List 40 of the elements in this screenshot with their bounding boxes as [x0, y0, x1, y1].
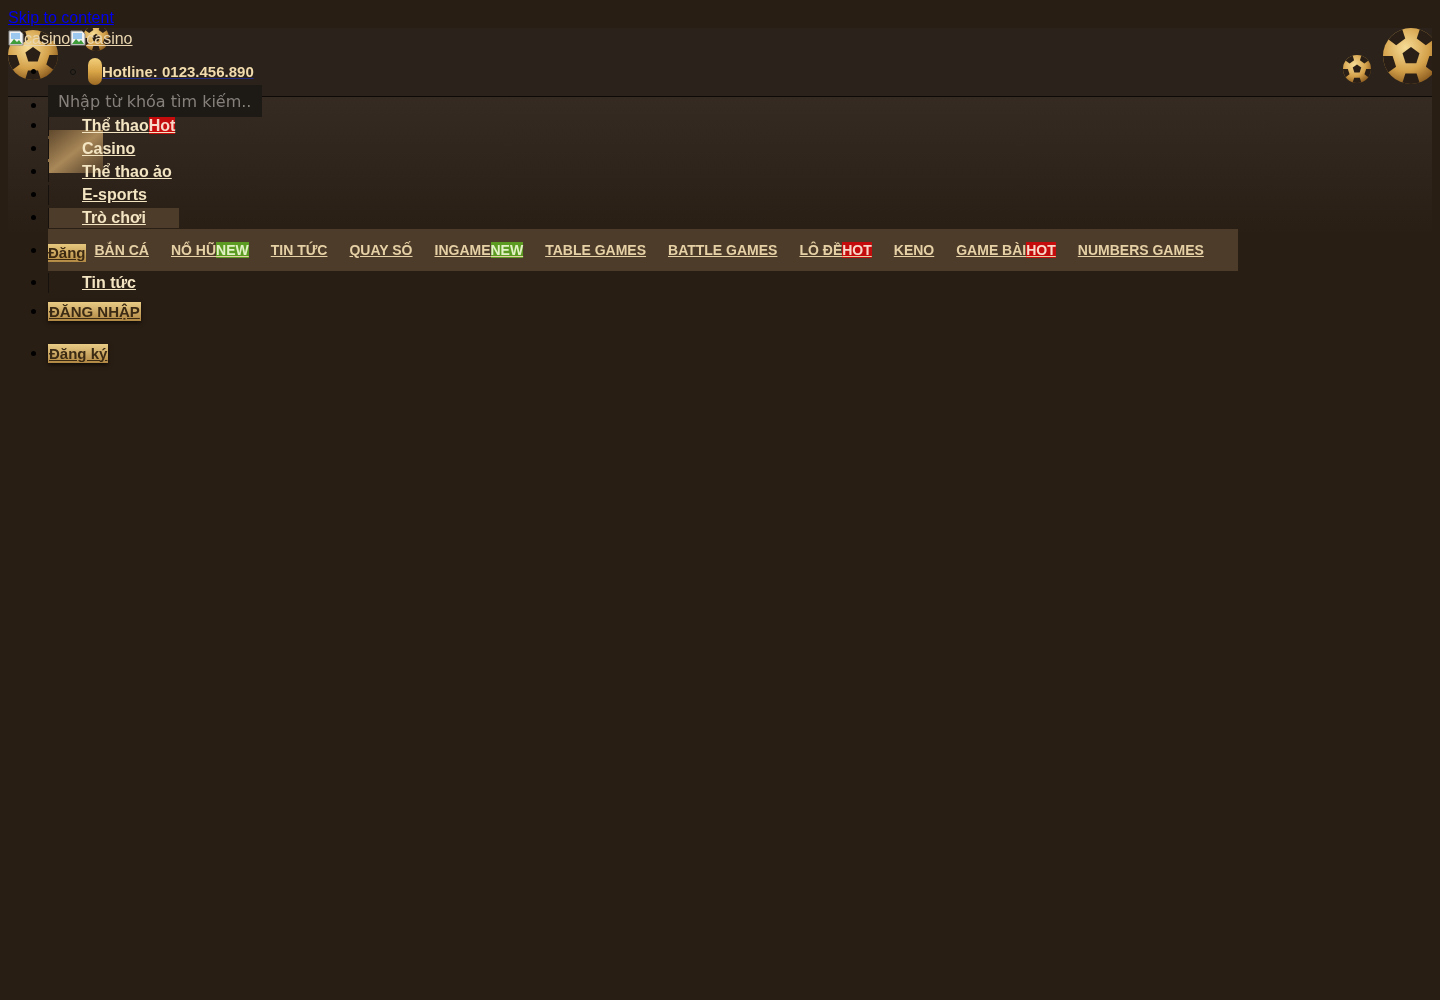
search-field[interactable]: Nhập từ khóa tìm kiếm.. — [48, 85, 262, 117]
broken-image-icon — [70, 30, 87, 46]
bullet-icon — [31, 192, 36, 197]
bullet-icon — [31, 350, 36, 356]
menu-link[interactable]: Trò chơi — [49, 207, 179, 228]
hotline-link[interactable]: Hotline: 0123.456.890 — [102, 61, 254, 82]
broken-image-icon — [8, 30, 24, 46]
login-button[interactable]: ĐĂNG NHẬP — [48, 301, 141, 321]
nav-link[interactable]: BATTLE GAMES — [668, 240, 778, 260]
bullet-icon — [31, 146, 36, 151]
nav-link[interactable]: TABLE GAMES — [545, 240, 647, 260]
nav-link[interactable]: TIN TỨC — [270, 240, 328, 260]
nav-link[interactable]: LÔ ĐỀHOT — [799, 240, 872, 260]
bullet-icon — [31, 308, 36, 314]
register-button[interactable]: Đăng ký — [48, 343, 109, 363]
bullet-icon — [31, 123, 36, 128]
menu-link[interactable]: E-sports — [82, 184, 147, 205]
nav-link[interactable]: KENO — [893, 240, 935, 260]
menu-link[interactable]: Tin tức — [82, 272, 136, 293]
new-badge: NEW — [216, 242, 249, 258]
bullet-icon — [31, 69, 36, 74]
capsule-icon — [88, 58, 102, 85]
hot-badge: HOT — [842, 242, 872, 258]
partial-button[interactable]: Đăng — [48, 244, 86, 262]
hot-badge: HOT — [1026, 242, 1056, 258]
bullet-icon — [31, 247, 36, 253]
bullet-icon — [31, 103, 36, 108]
bullet-icon — [31, 280, 36, 285]
nav-link[interactable]: QUAY SỐ — [349, 240, 413, 260]
soccer-ball-icon — [1342, 54, 1372, 84]
nav-link[interactable]: INGAMENEW — [434, 240, 524, 260]
bullet-icon — [31, 169, 36, 174]
menu-link[interactable]: Thể thao ảo — [82, 161, 172, 182]
nav-link[interactable]: NỔ HŨNEW — [170, 240, 249, 260]
bullet-icon — [31, 215, 36, 220]
nav-link[interactable]: NUMBERS GAMES — [1077, 240, 1204, 260]
new-badge: NEW — [490, 242, 524, 258]
menu-link[interactable]: Casino — [82, 138, 136, 159]
nav-link[interactable]: BẮN CÁ — [94, 240, 149, 260]
nav-link[interactable]: GAME BÀIHOT — [956, 240, 1056, 260]
